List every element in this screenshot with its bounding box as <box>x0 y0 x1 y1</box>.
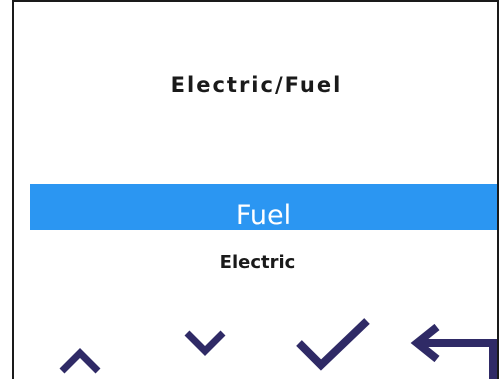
confirm-button[interactable] <box>285 305 380 379</box>
option-fuel-selected[interactable]: Fuel <box>30 184 497 230</box>
down-arrow-icon <box>184 330 226 356</box>
page-title: Electric/Fuel <box>170 73 343 97</box>
option-electric[interactable]: Electric <box>24 230 491 273</box>
down-button[interactable] <box>165 305 245 379</box>
back-arrow-icon <box>410 323 497 379</box>
up-arrow-icon <box>59 348 101 374</box>
up-button[interactable] <box>40 305 120 379</box>
back-button[interactable] <box>405 305 499 379</box>
check-icon <box>295 318 370 371</box>
option-list[interactable]: Fuel Electric <box>30 184 497 273</box>
